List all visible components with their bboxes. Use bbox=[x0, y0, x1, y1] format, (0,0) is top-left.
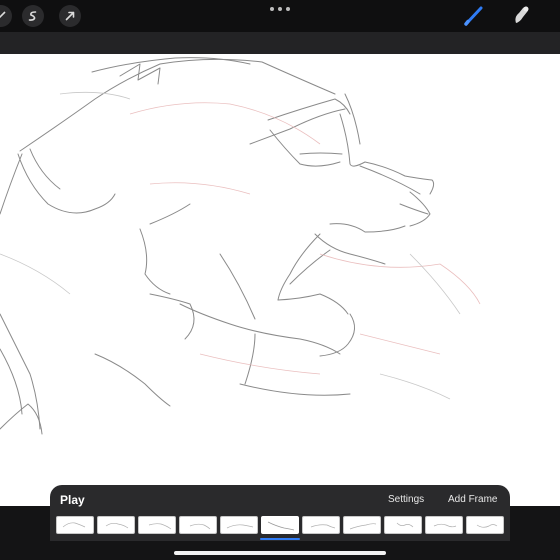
toolbar-strip bbox=[0, 32, 560, 54]
frame-timeline[interactable] bbox=[56, 516, 504, 534]
home-indicator[interactable] bbox=[174, 551, 386, 555]
selection-icon bbox=[28, 11, 37, 21]
brush-icon[interactable] bbox=[462, 3, 486, 27]
sketch-drawing bbox=[0, 57, 481, 435]
top-toolbar bbox=[0, 0, 560, 32]
frame-thumbnail[interactable] bbox=[138, 516, 176, 534]
selection-button[interactable] bbox=[22, 5, 44, 27]
more-dots-icon[interactable] bbox=[270, 5, 290, 13]
settings-button[interactable]: Settings bbox=[388, 494, 424, 505]
frame-thumbnail[interactable] bbox=[425, 516, 463, 534]
frame-thumbnail[interactable] bbox=[466, 516, 504, 534]
modify-icon bbox=[0, 11, 6, 19]
add-frame-button[interactable]: Add Frame bbox=[448, 494, 497, 505]
modify-button[interactable] bbox=[0, 5, 12, 27]
transform-icon bbox=[65, 11, 75, 21]
animation-assist-panel: Play Settings Add Frame bbox=[50, 485, 510, 541]
frame-thumbnail[interactable] bbox=[302, 516, 340, 534]
frame-thumbnail-active[interactable] bbox=[261, 516, 299, 534]
frame-thumbnail[interactable] bbox=[220, 516, 258, 534]
frame-thumbnail[interactable] bbox=[343, 516, 381, 534]
transform-button[interactable] bbox=[59, 5, 81, 27]
frame-thumbnail[interactable] bbox=[179, 516, 217, 534]
frame-thumbnail[interactable] bbox=[56, 516, 94, 534]
smudge-icon[interactable] bbox=[510, 3, 534, 27]
active-frame-indicator bbox=[260, 538, 300, 540]
play-button[interactable]: Play bbox=[60, 493, 85, 507]
frame-thumbnail[interactable] bbox=[384, 516, 422, 534]
drawing-canvas[interactable] bbox=[0, 54, 560, 506]
frame-thumbnail[interactable] bbox=[97, 516, 135, 534]
